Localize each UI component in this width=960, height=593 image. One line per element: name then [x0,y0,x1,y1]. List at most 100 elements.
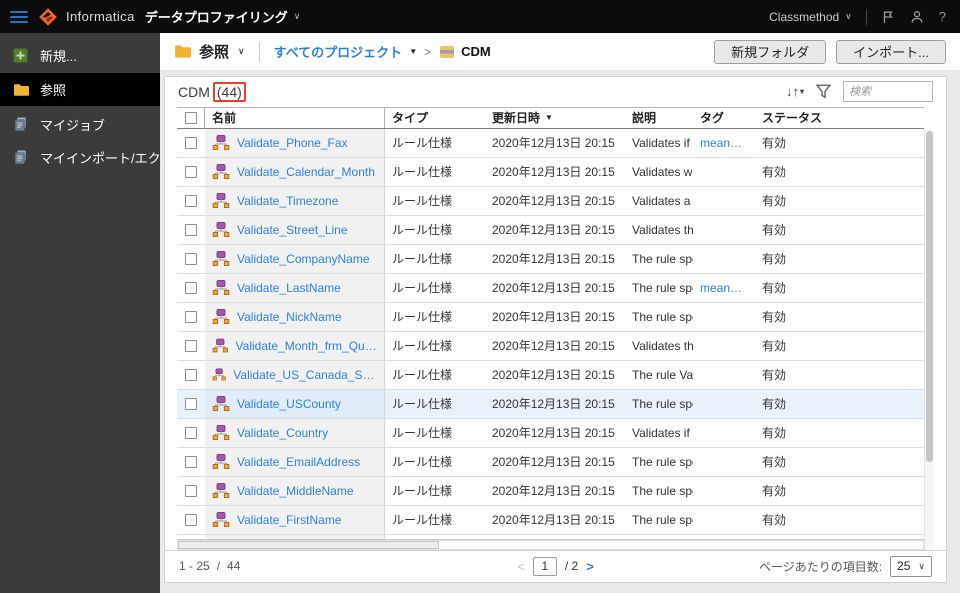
projects-dropdown-icon[interactable]: ▼ [409,47,417,56]
sidebar-item-browse[interactable]: 参照 [0,73,160,106]
help-icon[interactable]: ? [939,9,946,24]
row-checkbox[interactable] [185,194,197,207]
search-input[interactable] [843,81,933,103]
hamburger-menu-icon[interactable] [10,10,28,23]
row-checkbox[interactable] [185,223,197,236]
table-row[interactable]: Validate_NickName ルール仕様 2020年12月13日 20:1… [177,302,924,332]
column-header-updated[interactable]: 更新日時 ▼ [485,108,625,128]
table-row[interactable]: Validate_Month_frm_Quarter ルール仕様 2020年12… [177,331,924,361]
asset-description: The rule spe... [632,454,693,469]
asset-tag-link[interactable]: means.identi... [700,136,748,150]
new-folder-button[interactable]: 新規フォルダ [714,39,827,64]
row-checkbox[interactable] [185,426,197,439]
asset-updated: 2020年12月13日 20:15 [492,252,615,267]
column-header-type[interactable]: タイプ [385,108,485,128]
row-checkbox[interactable] [185,455,197,468]
column-header-description[interactable]: 説明 [625,108,693,128]
previous-page-button[interactable]: < [517,559,525,574]
asset-type: ルール仕様 [392,194,453,209]
row-checkbox[interactable] [185,513,197,526]
row-checkbox[interactable] [185,339,197,352]
asset-name-link[interactable]: Validate_NickName [237,310,342,324]
flag-icon[interactable] [881,9,896,24]
asset-name-link[interactable]: Validate_Phone_Fax [237,136,348,150]
horizontal-scrollbar-thumb[interactable] [178,540,439,549]
asset-description: Validates th... [632,222,693,237]
asset-name-link[interactable]: Validate_FirstName [237,513,341,527]
horizontal-scrollbar[interactable] [177,539,924,550]
browse-section-dropdown[interactable]: 参照 ∨ [174,41,245,62]
table-row[interactable]: Validate_MiddleName ルール仕様 2020年12月13日 20… [177,476,924,506]
app-switcher-chevron-icon[interactable]: ∨ [294,11,301,22]
import-button[interactable]: インポート... [836,39,946,64]
rule-specification-icon [212,164,230,180]
asset-name-link[interactable]: Validate_Country [237,426,328,440]
asset-name-link[interactable]: Validate_MiddleName [237,484,354,498]
table-row[interactable]: Validate_Calendar_Month ルール仕様 2020年12月13… [177,157,924,187]
asset-type: ルール仕様 [392,136,453,151]
row-checkbox[interactable] [185,484,197,497]
asset-updated: 2020年12月13日 20:15 [492,223,615,238]
vertical-scrollbar-thumb[interactable] [926,130,933,463]
table-row[interactable]: Validate_US_Canada_StateName ルール仕様 2020年… [177,360,924,390]
row-checkbox[interactable] [185,310,197,323]
asset-tag-link[interactable]: means.identi... [700,281,748,295]
sort-icon[interactable]: ↓↑ ▾ [786,84,804,99]
asset-status: 有効 [762,165,787,180]
asset-type: ルール仕様 [392,310,453,325]
range-total: 44 [227,559,241,574]
table-row[interactable]: Validate_FirstName ルール仕様 2020年12月13日 20:… [177,505,924,535]
breadcrumb-projects-link[interactable]: すべてのプロジェクト [274,42,403,61]
table-row[interactable]: Validate_Country ルール仕様 2020年12月13日 20:15… [177,418,924,448]
table-row[interactable]: Validate_CompanyName ルール仕様 2020年12月13日 2… [177,244,924,274]
column-header-status[interactable]: ステータス [755,108,924,128]
asset-status: 有効 [762,368,787,383]
asset-status: 有効 [762,310,787,325]
table-row[interactable]: Validate_Phone_Fax ルール仕様 2020年12月13日 20:… [177,128,924,158]
row-checkbox[interactable] [185,165,197,178]
row-checkbox[interactable] [185,252,197,265]
breadcrumb-bar: 参照 ∨ すべてのプロジェクト ▼ > CDM 新規フォルダ インポート... [160,33,960,71]
section-label: 参照 [199,44,230,61]
filter-icon[interactable] [816,84,831,99]
select-all-checkbox[interactable] [184,111,197,124]
table-row[interactable]: Validate_Timezone ルール仕様 2020年12月13日 20:1… [177,186,924,216]
row-checkbox[interactable] [185,397,197,410]
table-header-row: 名前 タイプ 更新日時 ▼ 説明 タグ ステータス [177,106,924,129]
sidebar-item-new[interactable]: 新規... [0,40,160,70]
table-row[interactable]: Validate_EmailAddress ルール仕様 2020年12月13日 … [177,447,924,477]
vertical-scrollbar[interactable] [924,129,934,550]
row-checkbox[interactable] [185,368,197,381]
sidebar-item-my-jobs[interactable]: マイジョブ [0,109,160,139]
asset-name-link[interactable]: Validate_LastName [237,281,341,295]
asset-description: Validates th... [632,338,693,353]
next-page-button[interactable]: > [586,559,594,574]
asset-type: ルール仕様 [392,484,453,499]
sidebar-item-import-export[interactable]: マイインポート/エク... [0,142,171,172]
row-checkbox[interactable] [185,281,197,294]
asset-name-link[interactable]: Validate_CompanyName [237,252,370,266]
user-icon[interactable] [910,9,925,24]
section-chevron-icon: ∨ [238,46,245,56]
rule-specification-icon [212,425,230,441]
items-per-page-select[interactable]: 25 ∨ [890,555,932,577]
rule-specification-icon [212,280,230,296]
table-row[interactable]: Validate_Street_Line ルール仕様 2020年12月13日 2… [177,215,924,245]
column-header-name[interactable]: 名前 [205,107,385,128]
table-row[interactable]: Validate_LastName ルール仕様 2020年12月13日 20:1… [177,273,924,303]
org-menu[interactable]: Classmethod ∨ [769,10,852,24]
asset-name-link[interactable]: Validate_US_Canada_StateName [233,368,377,382]
asset-name-link[interactable]: Validate_USCounty [237,397,341,411]
asset-name-link[interactable]: Validate_Street_Line [237,223,348,237]
sort-descending-icon: ▼ [545,113,553,123]
asset-name-link[interactable]: Validate_Timezone [237,194,338,208]
column-header-tag[interactable]: タグ [693,108,755,128]
asset-type: ルール仕様 [392,281,453,296]
row-checkbox[interactable] [185,136,197,149]
asset-name-link[interactable]: Validate_Month_frm_Quarter [236,339,377,353]
asset-name-link[interactable]: Validate_Calendar_Month [237,165,375,179]
asset-description: The rule spe... [632,280,693,295]
asset-name-link[interactable]: Validate_EmailAddress [237,455,360,469]
page-number-input[interactable]: 1 [532,556,557,576]
table-row[interactable]: Validate_USCounty ルール仕様 2020年12月13日 20:1… [177,389,924,419]
